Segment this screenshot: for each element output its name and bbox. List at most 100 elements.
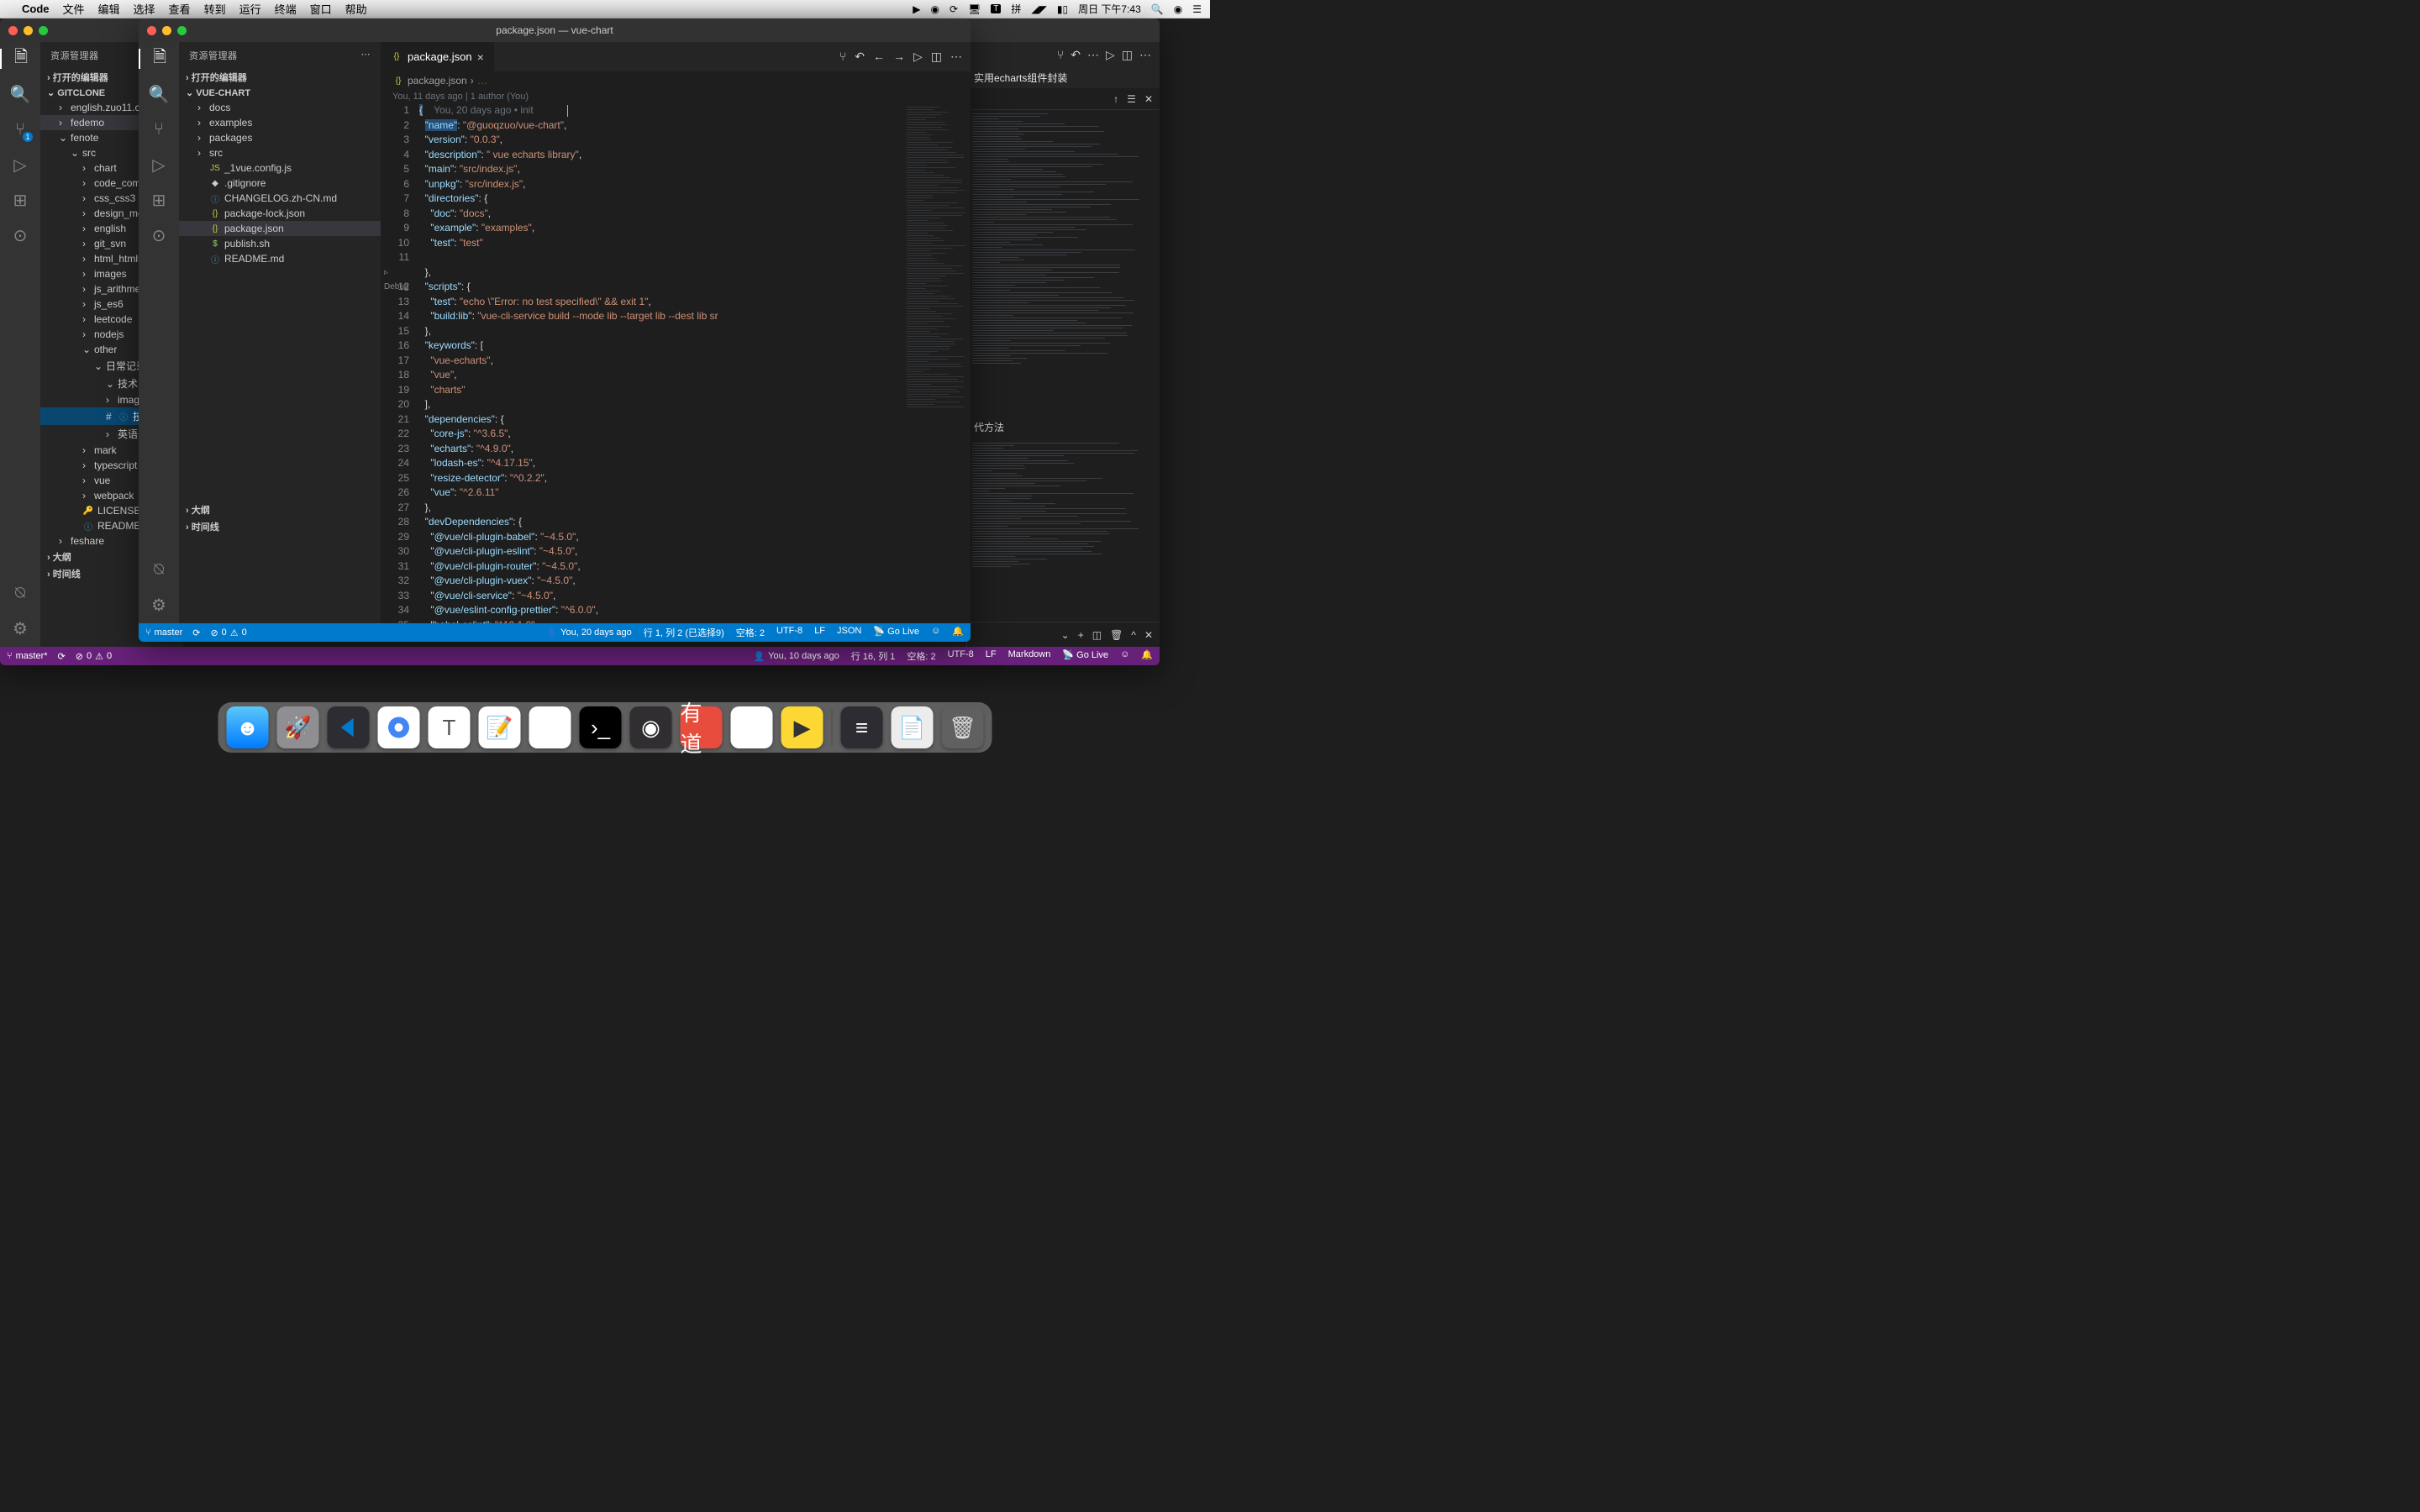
debug-icon[interactable]: ▷ — [10, 155, 30, 175]
list-icon[interactable]: ☰ — [1127, 93, 1136, 105]
battery-icon[interactable]: ▮▯ — [1057, 3, 1068, 15]
dock-finder[interactable]: ☻ — [227, 706, 269, 748]
git-compare-icon[interactable]: ⑂ — [839, 50, 846, 64]
dock-doc2[interactable]: 📄 — [892, 706, 934, 748]
control-center-icon[interactable]: ☰ — [1192, 3, 1202, 15]
dock-youdao[interactable]: 有道 — [681, 706, 723, 748]
bell-icon[interactable]: 🔔 — [1141, 649, 1153, 663]
dock-trash[interactable]: 🗑 — [942, 706, 984, 748]
tree-item-.gitignore[interactable]: ◆.gitignore — [179, 176, 381, 191]
explorer-icon[interactable]: 🗎 — [139, 49, 179, 69]
menu-view[interactable]: 查看 — [169, 1, 191, 17]
scm-icon[interactable]: ⑂ — [149, 119, 169, 139]
remote-icon[interactable]: ⊙ — [149, 225, 169, 245]
wifi-icon[interactable]: ◢◤ — [1031, 3, 1046, 15]
app-name[interactable]: Code — [22, 3, 50, 15]
rec-icon[interactable]: ▶ — [913, 3, 920, 15]
extensions-icon[interactable]: ⊞ — [149, 190, 169, 210]
more-icon[interactable]: ⋯ — [1087, 48, 1099, 62]
dock-vscode[interactable] — [328, 706, 370, 748]
dock-obs[interactable]: ◉ — [630, 706, 672, 748]
linecol[interactable]: 行 1, 列 2 (已选择9) — [644, 626, 724, 639]
debug-icon[interactable]: ▷ — [149, 155, 169, 175]
tree-item-package-lock.json[interactable]: {}package-lock.json — [179, 206, 381, 221]
git-compare-icon[interactable]: ⑂ — [1057, 48, 1064, 62]
dock-stickies[interactable]: 🗒 — [731, 706, 773, 748]
menu-run[interactable]: 运行 — [239, 1, 261, 17]
encoding[interactable]: UTF-8 — [948, 649, 974, 663]
eol[interactable]: LF — [814, 626, 825, 639]
chevron-down-icon[interactable]: ⌄ — [1061, 629, 1070, 641]
breadcrumb[interactable]: {} package.json › … — [381, 71, 971, 90]
bell-icon[interactable]: 🔔 — [952, 626, 964, 639]
close-icon[interactable]: × — [477, 50, 484, 64]
sync[interactable]: ⟳ — [192, 627, 200, 638]
tree-item-src[interactable]: ›src — [179, 145, 381, 160]
up-icon[interactable]: ^ — [1131, 629, 1136, 641]
explorer-icon[interactable]: 🗎 — [0, 49, 40, 69]
text-icon[interactable]: T — [991, 4, 1001, 13]
spaces[interactable]: 空格: 2 — [736, 626, 765, 639]
open-editors-section[interactable]: › 打开的编辑器 — [179, 69, 381, 86]
golive[interactable]: 📡 Go Live — [873, 626, 919, 639]
more-icon[interactable]: ⋯ — [361, 49, 371, 62]
menu-terminal[interactable]: 终端 — [275, 1, 297, 17]
project-section[interactable]: ⌄ VUE-CHART — [179, 86, 381, 100]
code-editor[interactable]: 1234567891011▹ Debug12131415161718192021… — [381, 103, 971, 623]
tree-item-examples[interactable]: ›examples — [179, 115, 381, 130]
feedback-icon[interactable]: ☺ — [931, 626, 940, 639]
search-icon[interactable]: 🔍 — [10, 84, 30, 104]
split-icon[interactable]: ◫ — [1122, 48, 1133, 62]
menu-goto[interactable]: 转到 — [204, 1, 226, 17]
account-icon[interactable]: ⍉ — [149, 559, 169, 580]
run-icon[interactable]: ▷ — [1106, 48, 1115, 62]
split-icon[interactable]: ◫ — [1092, 629, 1102, 641]
feedback-icon[interactable]: ☺ — [1120, 649, 1129, 663]
blame[interactable]: 👤 You, 20 days ago — [545, 626, 631, 639]
undo-icon[interactable]: ↶ — [855, 50, 865, 64]
extensions-icon[interactable]: ⊞ — [10, 190, 30, 210]
dock-launchpad[interactable]: 🚀 — [277, 706, 319, 748]
titlebar[interactable]: package.json — vue-chart — [139, 18, 971, 42]
tree-item-_1vue.config.js[interactable]: JS_1vue.config.js — [179, 160, 381, 176]
tree-item-package.json[interactable]: {}package.json — [179, 221, 381, 236]
gear-icon[interactable]: ⚙ — [10, 618, 30, 638]
dock-preview[interactable]: 🖼 — [529, 706, 571, 748]
dock-doc1[interactable]: ≡ — [841, 706, 883, 748]
remote-icon[interactable]: ⊙ — [10, 225, 30, 245]
run-icon[interactable]: ▷ — [913, 50, 923, 64]
menu-help[interactable]: 帮助 — [345, 1, 367, 17]
input-icon[interactable]: 拼 — [1011, 2, 1021, 16]
search-icon[interactable]: 🔍 — [149, 84, 169, 104]
scm-icon[interactable]: ⑂1 — [10, 119, 30, 139]
prev-icon[interactable]: ← — [873, 50, 885, 64]
blame[interactable]: 👤 You, 10 days ago — [753, 649, 839, 663]
close-icon[interactable]: ✕ — [1144, 629, 1153, 641]
lang[interactable]: Markdown — [1008, 649, 1051, 663]
tab-package-json[interactable]: {} package.json × — [381, 42, 495, 71]
tree-item-publish.sh[interactable]: $publish.sh — [179, 236, 381, 251]
outline-section[interactable]: › 大纲 — [179, 501, 381, 518]
dock-notes[interactable]: 📝 — [479, 706, 521, 748]
menu-window[interactable]: 窗口 — [310, 1, 332, 17]
undo-icon[interactable]: ↶ — [1071, 48, 1081, 62]
minimap[interactable] — [903, 103, 971, 623]
spaces[interactable]: 空格: 2 — [907, 649, 935, 663]
tree-item-CHANGELOG.zh-CN.md[interactable]: ⓘCHANGELOG.zh-CN.md — [179, 191, 381, 206]
next-icon[interactable]: → — [893, 50, 905, 64]
siri-icon[interactable]: ◉ — [1174, 3, 1182, 15]
gear-icon[interactable]: ⚙ — [149, 595, 169, 615]
branch[interactable]: ⑂ master* — [7, 651, 48, 661]
linecol[interactable]: 行 16, 列 1 — [851, 649, 896, 663]
menu-edit[interactable]: 编辑 — [98, 1, 120, 17]
spotlight-icon[interactable]: 🔍 — [1151, 3, 1164, 15]
minimize-icon[interactable] — [162, 26, 171, 35]
split-icon[interactable]: ◫ — [931, 50, 942, 64]
plus-icon[interactable]: + — [1078, 629, 1084, 641]
errors[interactable]: ⊘ 0 ⚠ 0 — [210, 627, 246, 638]
sync-icon[interactable]: ⟳ — [950, 3, 958, 15]
zoom-icon[interactable] — [39, 26, 48, 35]
lang[interactable]: JSON — [837, 626, 861, 639]
sync[interactable]: ⟳ — [58, 651, 66, 662]
close-icon[interactable] — [8, 26, 18, 35]
